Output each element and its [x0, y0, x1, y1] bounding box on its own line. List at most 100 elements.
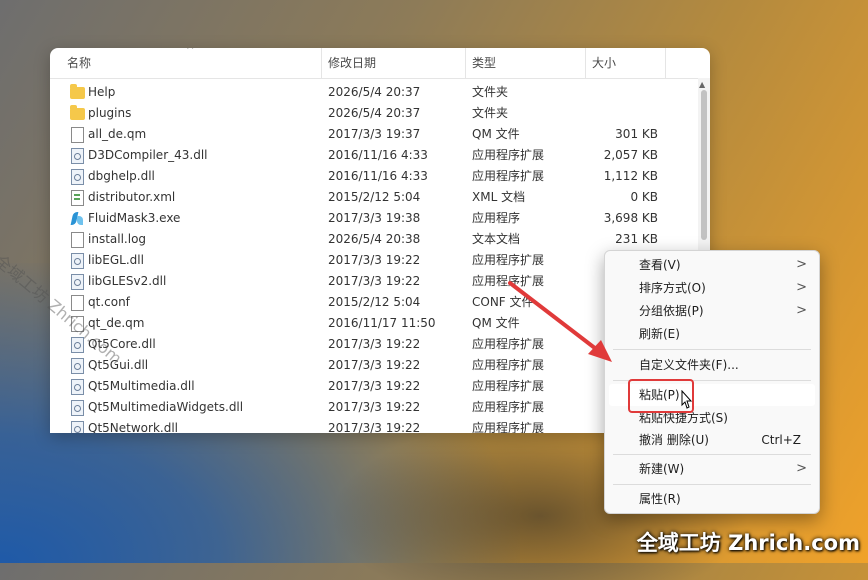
file-name: install.log: [88, 232, 147, 246]
menu-item-label: 刷新(E): [639, 327, 680, 341]
menu-item-properties[interactable]: 属性(R): [609, 488, 815, 510]
column-header-row: ^ 名称 修改日期 类型 大小: [50, 48, 710, 79]
file-row[interactable]: qt_de.qm 2016/11/17 11:50 QM 文件: [50, 313, 690, 334]
menu-item-refresh[interactable]: 刷新(E): [609, 323, 815, 345]
file-type: 应用程序扩展: [472, 274, 545, 288]
file-type: QM 文件: [472, 127, 520, 141]
menu-separator: [613, 454, 811, 455]
menu-item-view[interactable]: 查看(V) >: [609, 254, 815, 276]
file-name: Qt5MultimediaWidgets.dll: [88, 400, 244, 414]
file-date: 2017/3/3 19:38: [328, 211, 421, 225]
dll-icon: [71, 421, 84, 433]
menu-item-shortcut: Ctrl+Z: [761, 433, 801, 447]
dll-icon: [71, 379, 84, 395]
file-name: libEGL.dll: [88, 253, 144, 267]
menu-item-label: 新建(W): [639, 462, 685, 476]
file-row[interactable]: libEGL.dll 2017/3/3 19:22 应用程序扩展: [50, 250, 690, 271]
file-date: 2015/2/12 5:04: [328, 295, 421, 309]
file-date: 2015/2/12 5:04: [328, 190, 421, 204]
menu-item-label: 自定义文件夹(F)...: [639, 358, 739, 372]
column-header-name[interactable]: 名称: [67, 48, 91, 78]
file-row[interactable]: qt.conf 2015/2/12 5:04 CONF 文件: [50, 292, 690, 313]
file-size: 0 KB: [630, 190, 658, 204]
file-row[interactable]: dbghelp.dll 2016/11/16 4:33 应用程序扩展 1,112 KB: [50, 166, 690, 187]
file-row[interactable]: FluidMask3.exe 2017/3/3 19:38 应用程序 3,698 KB: [50, 208, 690, 229]
menu-item-label: 分组依据(P): [639, 304, 704, 318]
column-header-type[interactable]: 类型: [472, 48, 496, 78]
file-name: qt.conf: [88, 295, 130, 309]
file-name: all_de.qm: [88, 127, 147, 141]
file-row[interactable]: Qt5Network.dll 2017/3/3 19:22 应用程序扩展: [50, 418, 690, 433]
xml-icon: [71, 190, 84, 206]
file-type: 应用程序扩展: [472, 337, 545, 351]
file-date: 2026/5/4 20:38: [328, 232, 421, 246]
file-type: 应用程序扩展: [472, 379, 545, 393]
file-date: 2016/11/16 4:33: [328, 169, 428, 183]
column-divider[interactable]: [321, 48, 322, 78]
menu-item-label: 排序方式(O): [639, 281, 706, 295]
file-row[interactable]: distributor.xml 2015/2/12 5:04 XML 文档 0 KB: [50, 187, 690, 208]
column-divider[interactable]: [665, 48, 666, 78]
menu-item-new[interactable]: 新建(W) >: [609, 458, 815, 480]
menu-item-undo-delete[interactable]: 撤消 删除(U) Ctrl+Z: [609, 429, 815, 451]
dll-icon: [71, 169, 84, 185]
folder-icon: [70, 84, 85, 99]
file-row[interactable]: Qt5Gui.dll 2017/3/3 19:22 应用程序扩展: [50, 355, 690, 376]
file-type: 应用程序扩展: [472, 253, 545, 267]
file-size: 1,112 KB: [603, 169, 658, 183]
file-row[interactable]: install.log 2026/5/4 20:38 文本文档 231 KB: [50, 229, 690, 250]
menu-separator: [613, 349, 811, 350]
file-date: 2017/3/3 19:22: [328, 337, 421, 351]
file-type: 应用程序扩展: [472, 169, 545, 183]
file-type: 应用程序: [472, 211, 521, 225]
file-row[interactable]: all_de.qm 2017/3/3 19:37 QM 文件 301 KB: [50, 124, 690, 145]
column-divider[interactable]: [585, 48, 586, 78]
file-row[interactable]: Qt5Core.dll 2017/3/3 19:22 应用程序扩展: [50, 334, 690, 355]
column-header-size[interactable]: 大小: [592, 48, 616, 78]
file-name: FluidMask3.exe: [88, 211, 181, 225]
file-name: dbghelp.dll: [88, 169, 155, 183]
file-date: 2017/3/3 19:22: [328, 253, 421, 267]
scrollbar-thumb[interactable]: [701, 90, 707, 240]
menu-item-sort[interactable]: 排序方式(O) >: [609, 277, 815, 299]
file-date: 2016/11/17 11:50: [328, 316, 436, 330]
file-name: libGLESv2.dll: [88, 274, 167, 288]
file-type: CONF 文件: [472, 295, 534, 309]
menu-separator: [613, 484, 811, 485]
file-type: 文件夹: [472, 85, 509, 99]
file-row[interactable]: D3DCompiler_43.dll 2016/11/16 4:33 应用程序扩展 2…: [50, 145, 690, 166]
scroll-up-arrow-icon[interactable]: ▲: [699, 80, 705, 89]
dll-icon: [71, 400, 84, 416]
file-size: 2,057 KB: [603, 148, 658, 162]
dll-icon: [71, 253, 84, 269]
file-type: 文本文档: [472, 232, 521, 246]
file-row[interactable]: Qt5Multimedia.dll 2017/3/3 19:22 应用程序扩展: [50, 376, 690, 397]
file-date: 2016/11/16 4:33: [328, 148, 428, 162]
dll-icon: [71, 358, 84, 374]
file-name: distributor.xml: [88, 190, 176, 204]
file-type: 应用程序扩展: [472, 358, 545, 372]
file-name: plugins: [88, 106, 132, 120]
menu-item-label: 查看(V): [639, 258, 681, 272]
file-row[interactable]: libGLESv2.dll 2017/3/3 19:22 应用程序扩展: [50, 271, 690, 292]
file-row[interactable]: Help 2026/5/4 20:37 文件夹: [50, 82, 690, 103]
file-type: 应用程序扩展: [472, 400, 545, 414]
file-row[interactable]: plugins 2026/5/4 20:37 文件夹: [50, 103, 690, 124]
menu-item-label: 撤消 删除(U): [639, 433, 709, 447]
file-type: 文件夹: [472, 106, 509, 120]
file-row[interactable]: Qt5MultimediaWidgets.dll 2017/3/3 19:22 应用…: [50, 397, 690, 418]
column-header-date[interactable]: 修改日期: [328, 48, 376, 78]
file-date: 2017/3/3 19:37: [328, 127, 421, 141]
menu-item-customize-folder[interactable]: 自定义文件夹(F)...: [609, 354, 815, 376]
folder-icon: [70, 105, 85, 120]
sort-up-icon: ^: [186, 48, 195, 56]
file-type: 应用程序扩展: [472, 421, 545, 433]
file-name: Qt5Multimedia.dll: [88, 379, 195, 393]
menu-item-group[interactable]: 分组依据(P) >: [609, 300, 815, 322]
mouse-cursor-icon: [681, 390, 693, 409]
file-date: 2017/3/3 19:22: [328, 421, 421, 433]
file-size: [578, 82, 658, 103]
file-date: 2026/5/4 20:37: [328, 85, 421, 99]
column-divider[interactable]: [465, 48, 466, 78]
file-size: 3,698 KB: [603, 211, 658, 225]
